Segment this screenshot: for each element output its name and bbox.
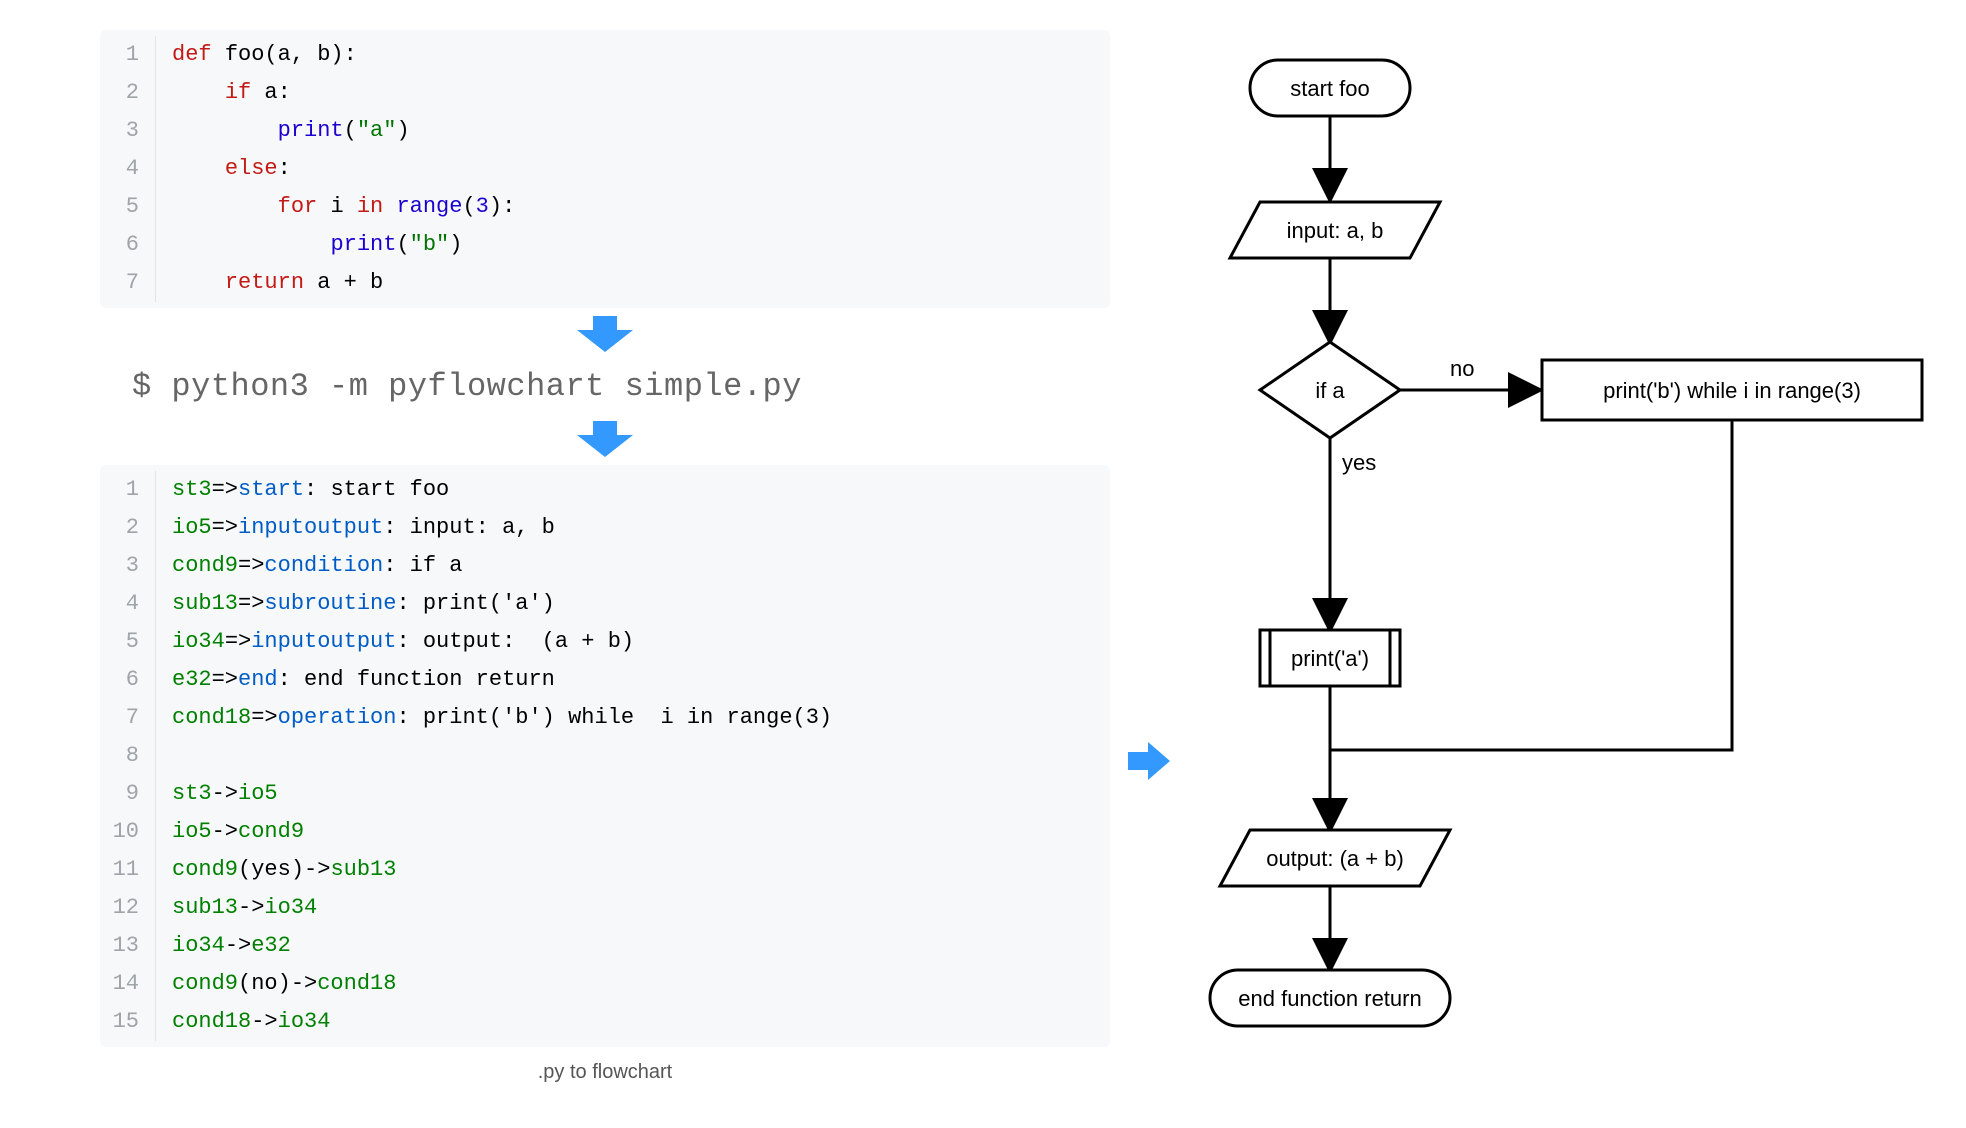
code-line: 5io34=>inputoutput: output: (a + b) <box>100 623 1110 661</box>
fc-loopop-label: print('b') while i in range(3) <box>1603 378 1861 403</box>
code-content: io5=>inputoutput: input: a, b <box>156 509 555 547</box>
source-code-block: 1def foo(a, b):2 if a:3 print("a")4 else… <box>100 30 1110 308</box>
code-line: 7cond18=>operation: print('b') while i i… <box>100 699 1110 737</box>
code-line: 5 for i in range(3): <box>100 188 1110 226</box>
code-content: e32=>end: end function return <box>156 661 555 699</box>
line-number: 15 <box>100 1003 156 1041</box>
line-number: 6 <box>100 661 156 699</box>
line-number: 9 <box>100 775 156 813</box>
fc-output-label: output: (a + b) <box>1266 846 1404 871</box>
code-content: sub13->io34 <box>156 889 317 927</box>
code-content: def foo(a, b): <box>156 36 357 74</box>
code-line: 2io5=>inputoutput: input: a, b <box>100 509 1110 547</box>
code-content: if a: <box>156 74 291 112</box>
line-number: 5 <box>100 623 156 661</box>
line-number: 1 <box>100 471 156 509</box>
code-line: 15cond18->io34 <box>100 1003 1110 1041</box>
fc-yes-label: yes <box>1342 450 1376 475</box>
code-content: io34->e32 <box>156 927 291 965</box>
code-line: 1def foo(a, b): <box>100 36 1110 74</box>
line-number: 2 <box>100 509 156 547</box>
line-number: 11 <box>100 851 156 889</box>
fc-input-label: input: a, b <box>1287 218 1384 243</box>
code-line: 11cond9(yes)->sub13 <box>100 851 1110 889</box>
code-content: st3->io5 <box>156 775 278 813</box>
code-content: sub13=>subroutine: print('a') <box>156 585 555 623</box>
fc-no-label: no <box>1450 356 1474 381</box>
code-content: cond9(yes)->sub13 <box>156 851 396 889</box>
code-line: 14cond9(no)->cond18 <box>100 965 1110 1003</box>
code-content: else: <box>156 150 291 188</box>
code-line: 10io5->cond9 <box>100 813 1110 851</box>
code-content: print("a") <box>156 112 410 150</box>
fc-start-label: start foo <box>1290 76 1369 101</box>
arrow-down-icon <box>577 421 633 457</box>
code-line: 13io34->e32 <box>100 927 1110 965</box>
dsl-output-block: 1st3=>start: start foo2io5=>inputoutput:… <box>100 465 1110 1047</box>
code-content: print("b") <box>156 226 462 264</box>
code-content: return a + b <box>156 264 383 302</box>
line-number: 12 <box>100 889 156 927</box>
code-line: 1st3=>start: start foo <box>100 471 1110 509</box>
code-content: cond18=>operation: print('b') while i in… <box>156 699 832 737</box>
code-line: 2 if a: <box>100 74 1110 112</box>
line-number: 7 <box>100 264 156 302</box>
code-content: for i in range(3): <box>156 188 515 226</box>
fc-end-label: end function return <box>1238 986 1421 1011</box>
arrow-down-icon <box>577 316 633 352</box>
caption: .py to flowchart <box>100 1061 1110 1084</box>
line-number: 2 <box>100 74 156 112</box>
fc-cond-label: if a <box>1315 378 1345 403</box>
code-content: cond9(no)->cond18 <box>156 965 396 1003</box>
line-number: 8 <box>100 737 156 775</box>
line-number: 6 <box>100 226 156 264</box>
line-number: 7 <box>100 699 156 737</box>
line-number: 10 <box>100 813 156 851</box>
command-line: $ python3 -m pyflowchart simple.py <box>100 360 1110 413</box>
code-content: io5->cond9 <box>156 813 304 851</box>
fc-sub-label: print('a') <box>1291 646 1369 671</box>
code-line: 4 else: <box>100 150 1110 188</box>
code-content: cond18->io34 <box>156 1003 330 1041</box>
code-content: st3=>start: start foo <box>156 471 449 509</box>
code-line: 8 <box>100 737 1110 775</box>
line-number: 1 <box>100 36 156 74</box>
code-line: 3 print("a") <box>100 112 1110 150</box>
code-line: 12sub13->io34 <box>100 889 1110 927</box>
code-line: 4sub13=>subroutine: print('a') <box>100 585 1110 623</box>
code-line: 7 return a + b <box>100 264 1110 302</box>
line-number: 13 <box>100 927 156 965</box>
code-line: 6e32=>end: end function return <box>100 661 1110 699</box>
code-content: cond9=>condition: if a <box>156 547 462 585</box>
line-number: 3 <box>100 112 156 150</box>
code-line: 6 print("b") <box>100 226 1110 264</box>
code-content: io34=>inputoutput: output: (a + b) <box>156 623 634 661</box>
line-number: 4 <box>100 585 156 623</box>
code-line: 9st3->io5 <box>100 775 1110 813</box>
line-number: 4 <box>100 150 156 188</box>
line-number: 14 <box>100 965 156 1003</box>
flowchart-diagram: start foo input: a, b if a no print('b')… <box>1150 30 1950 1090</box>
line-number: 3 <box>100 547 156 585</box>
code-line: 3cond9=>condition: if a <box>100 547 1110 585</box>
line-number: 5 <box>100 188 156 226</box>
